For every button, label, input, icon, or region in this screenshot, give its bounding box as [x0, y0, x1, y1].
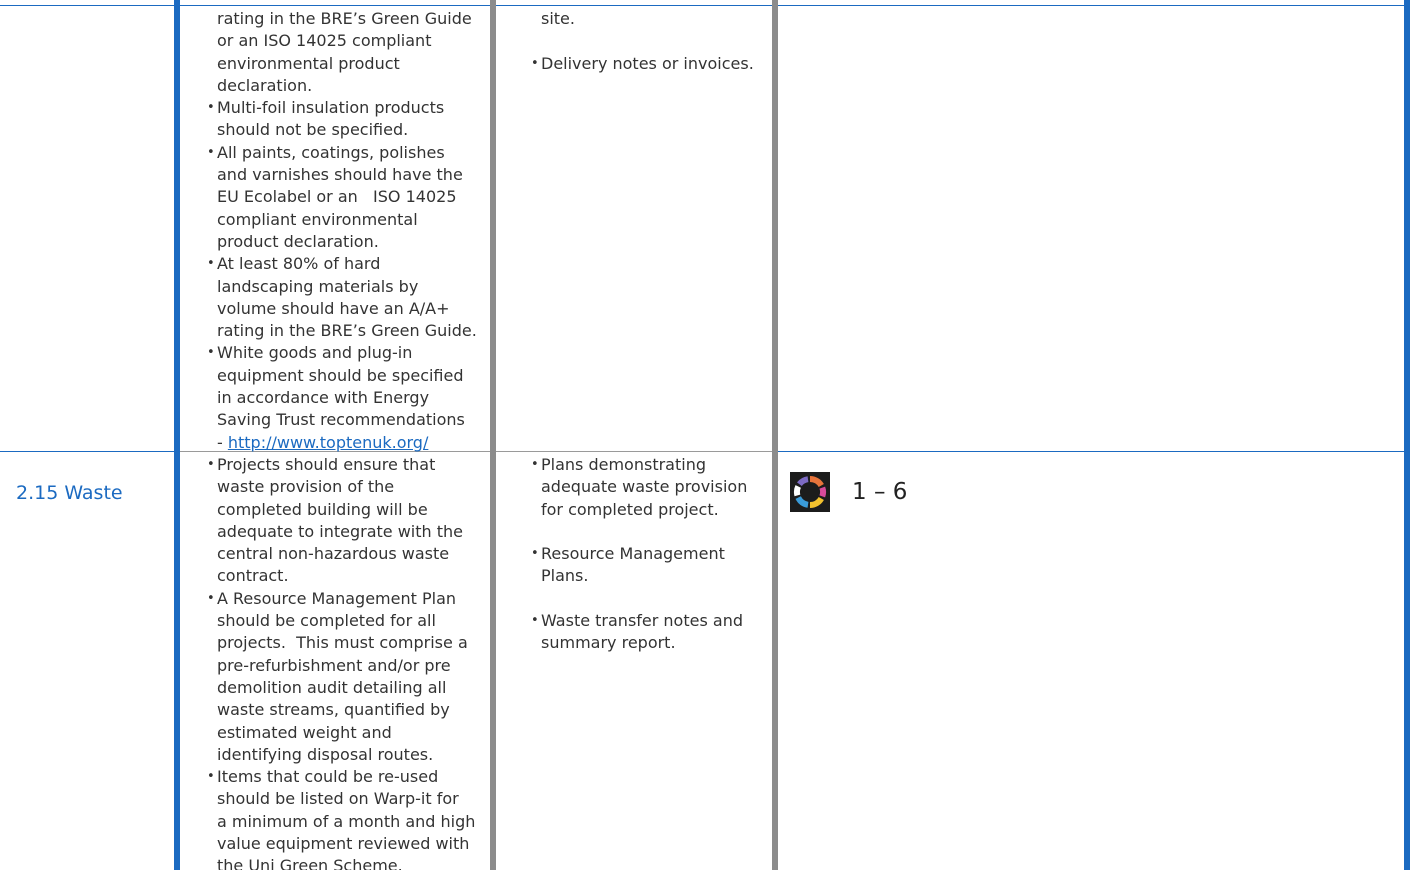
text-line: EU Ecolabel or an ISO 14025 [217, 187, 457, 207]
evidence-cell-waste: Plans demonstrating adequate waste provi… [531, 454, 766, 677]
text-line: a minimum of a month and high [217, 811, 476, 831]
link-prefix: - [217, 432, 228, 452]
list-item: Waste transfer notes and summary report. [531, 610, 766, 655]
text-line: adequate to integrate with the [217, 521, 463, 541]
text-line: in accordance with Energy [217, 388, 430, 408]
evidence-list: Plans demonstrating adequate waste provi… [531, 454, 766, 655]
list-item: White goods and plug-in equipment should… [207, 342, 482, 453]
requirements-cell-top: rating in the BRE’s Green Guide or an IS… [207, 8, 482, 454]
text-line: should be completed for all [217, 611, 436, 631]
toptenuk-link[interactable]: http://www.toptenuk.org/ [228, 433, 429, 452]
evidence-list: Delivery notes or invoices. [531, 53, 766, 76]
requirements-list: Projects should ensure that waste provis… [207, 454, 482, 870]
text-line: or an ISO 14025 compliant [217, 31, 432, 51]
text-line: projects. This must comprise a [217, 633, 468, 653]
column-border-evidence [772, 0, 778, 870]
text-line: summary report. [541, 633, 676, 653]
list-item: Delivery notes or invoices. [531, 53, 766, 76]
link-line: - http://www.toptenuk.org/ [217, 432, 482, 454]
text-line: pre-refurbishment and/or pre [217, 655, 451, 675]
list-item: At least 80% of hard landscaping materia… [207, 253, 482, 342]
text-line: Saving Trust recommendations [217, 410, 465, 430]
text-line: adequate waste provision [541, 477, 748, 497]
text-line: Projects should ensure that [217, 455, 436, 474]
text-line: At least 80% of hard [217, 254, 381, 274]
column-border-right [1404, 0, 1410, 870]
text-line: identifying disposal routes. [217, 744, 434, 764]
row-divider-top [0, 5, 1410, 6]
text-line: equipment should be specified [217, 365, 464, 385]
evidence-continued: site. [541, 9, 575, 28]
requirements-list: Multi-foil insulation products should no… [207, 97, 482, 454]
text-line: Waste transfer notes and [541, 611, 743, 631]
text-line: completed building will be [217, 499, 428, 519]
text-line: All paints, coatings, polishes [217, 142, 445, 162]
text-line: Delivery notes or invoices. [541, 53, 754, 73]
text-line: estimated weight and [217, 722, 392, 742]
colour-ring-graphic [793, 475, 827, 509]
text-line: volume should have an A/A+ [217, 298, 450, 318]
text-line: White goods and plug-in [217, 343, 413, 363]
requirement-continued: rating in the BRE’s Green Guide or an IS… [217, 8, 482, 97]
list-item: Projects should ensure that waste provis… [207, 454, 482, 588]
text-line: landscaping materials by [217, 276, 419, 296]
evidence-cell-top: site. Delivery notes or invoices. [531, 8, 766, 75]
text-line: declaration. [217, 75, 313, 95]
text-line: A Resource Management Plan [217, 588, 457, 608]
text-line: for completed project. [541, 499, 719, 519]
list-item: Items that could be re-used should be li… [207, 766, 482, 870]
text-line: environmental product [217, 53, 400, 73]
column-border-requirements [490, 0, 496, 870]
column-border-left [174, 0, 180, 870]
requirements-cell-waste: Projects should ensure that waste provis… [207, 454, 482, 870]
text-line: compliant environmental [217, 209, 418, 229]
text-line: Plans. [541, 566, 589, 586]
text-line: Multi-foil insulation products [217, 98, 445, 118]
text-line: central non-hazardous waste [217, 544, 450, 564]
list-item: Resource Management Plans. [531, 543, 766, 588]
text-line: demolition audit detailing all [217, 677, 447, 697]
colour-ring-icon [790, 472, 830, 512]
section-title-waste: 2.15 Waste [16, 482, 123, 504]
text-line: Items that could be re-used [217, 767, 439, 787]
list-item: A Resource Management Plan should be com… [207, 588, 482, 766]
list-item: Multi-foil insulation products should no… [207, 97, 482, 142]
list-item: Plans demonstrating adequate waste provi… [531, 454, 766, 521]
text-line: waste streams, quantified by [217, 700, 450, 720]
text-line: contract. [217, 566, 289, 586]
text-line: product declaration. [217, 231, 379, 251]
text-line: and varnishes should have the [217, 165, 463, 185]
text-line: rating in the BRE’s Green Guide [217, 9, 472, 28]
text-line: waste provision of the [217, 477, 395, 497]
text-line: should be listed on Warp-it for [217, 789, 459, 809]
text-line: Plans demonstrating [541, 455, 706, 474]
text-line: Resource Management [541, 544, 725, 564]
text-line: value equipment reviewed with [217, 834, 470, 854]
list-item: All paints, coatings, polishes and varni… [207, 142, 482, 253]
text-line: rating in the BRE’s Green Guide. [217, 321, 477, 341]
text-line: should not be specified. [217, 120, 409, 140]
rating-cell-waste: 1 – 6 [790, 472, 907, 512]
rating-value: 1 – 6 [852, 479, 908, 505]
text-line: the Uni Green Scheme. [217, 856, 403, 870]
